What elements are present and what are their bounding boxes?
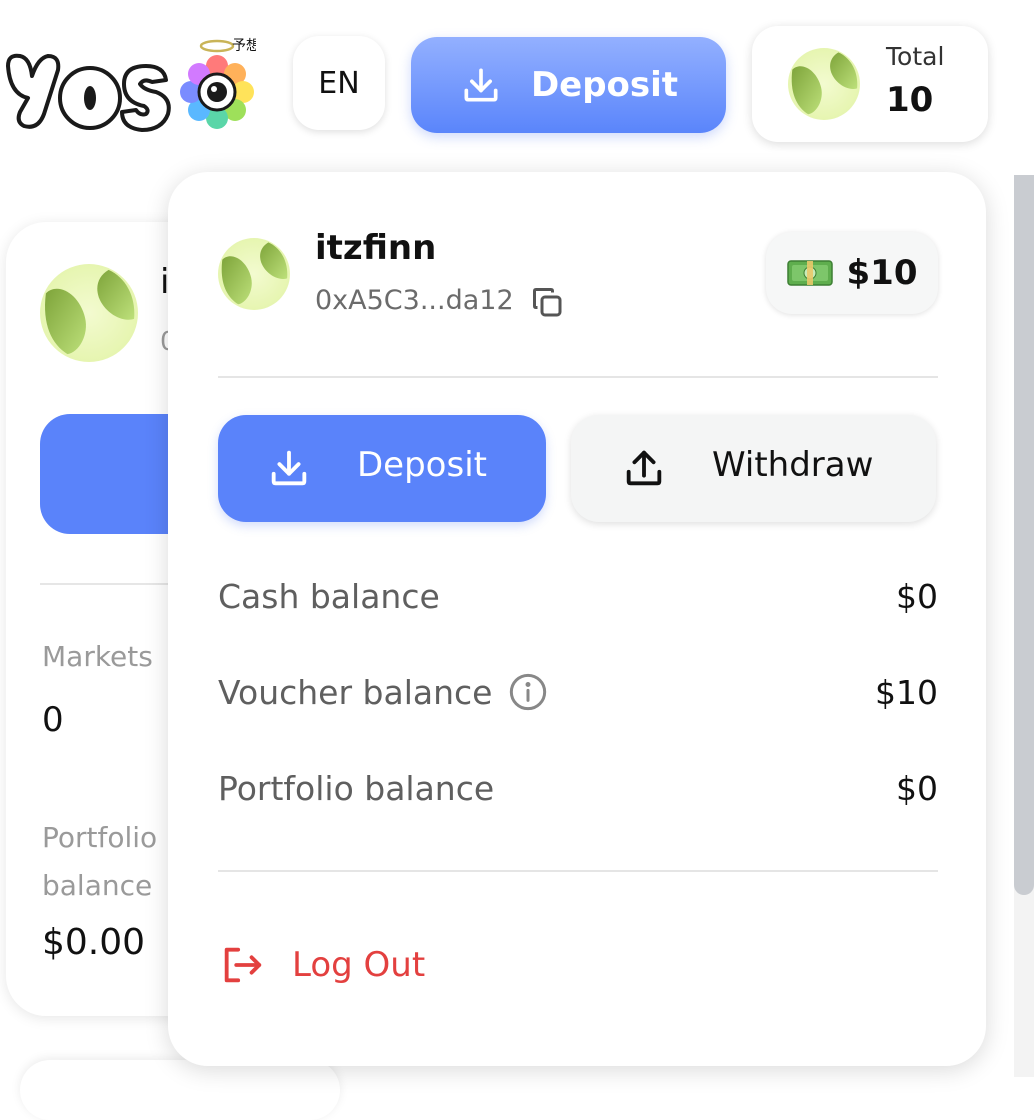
voucher-balance-text: Voucher balance [218, 672, 493, 712]
upload-icon [626, 450, 662, 486]
avatar-icon [40, 264, 138, 362]
money-icon [786, 260, 833, 286]
deposit-label: Deposit [357, 445, 487, 485]
username: itzfinn [315, 228, 437, 268]
cash-balance-text: Cash balance [218, 577, 440, 616]
wallet-address: 0xA5C3...da12 [315, 285, 514, 316]
balance-pill-value: $10 [846, 253, 918, 293]
cash-balance-label: Cash balance [218, 577, 440, 616]
total-label: Total [886, 42, 945, 71]
withdraw-button[interactable]: Withdraw [571, 415, 936, 522]
download-icon [464, 68, 498, 102]
total-balance-card[interactable]: Total 10 [752, 26, 988, 142]
divider [218, 376, 938, 378]
voucher-balance-label: Voucher balance [218, 672, 548, 712]
secondary-card [20, 1060, 340, 1120]
copy-icon[interactable] [530, 285, 566, 321]
portfolio-balance-value: $0 [896, 769, 938, 808]
withdraw-label: Withdraw [712, 445, 874, 485]
svg-text:予想: 予想 [232, 38, 256, 54]
balance-pill[interactable]: $10 [766, 232, 938, 314]
download-icon [271, 450, 307, 486]
deposit-button[interactable]: Deposit [218, 415, 546, 522]
header-deposit-label: Deposit [530, 65, 679, 105]
divider [218, 870, 938, 872]
logout-icon [224, 947, 262, 983]
logout-button[interactable]: Log Out [218, 942, 425, 988]
portfolio-balance-label: Portfolio balance [218, 769, 494, 808]
cash-balance-value: $0 [896, 577, 938, 616]
total-value: 10 [886, 80, 934, 120]
account-dropdown: itzfinn 0xA5C3...da12 $10 Deposit Withdr… [168, 172, 986, 1066]
avatar-icon [218, 238, 290, 310]
language-button[interactable]: EN [293, 36, 385, 130]
header-deposit-button[interactable]: Deposit [411, 37, 726, 133]
yoso-logo[interactable]: 予想 [4, 36, 260, 136]
voucher-balance-value: $10 [875, 673, 938, 712]
markets-value: 0 [42, 700, 64, 740]
logout-label: Log Out [292, 945, 426, 985]
portfolio-value: $0.00 [42, 922, 146, 963]
language-label: EN [318, 65, 360, 101]
markets-label: Markets [42, 640, 153, 673]
info-icon[interactable] [508, 672, 548, 712]
portfolio-balance-text: Portfolio balance [218, 769, 495, 808]
avatar-icon [788, 48, 860, 120]
scrollbar-thumb[interactable] [1014, 175, 1034, 895]
